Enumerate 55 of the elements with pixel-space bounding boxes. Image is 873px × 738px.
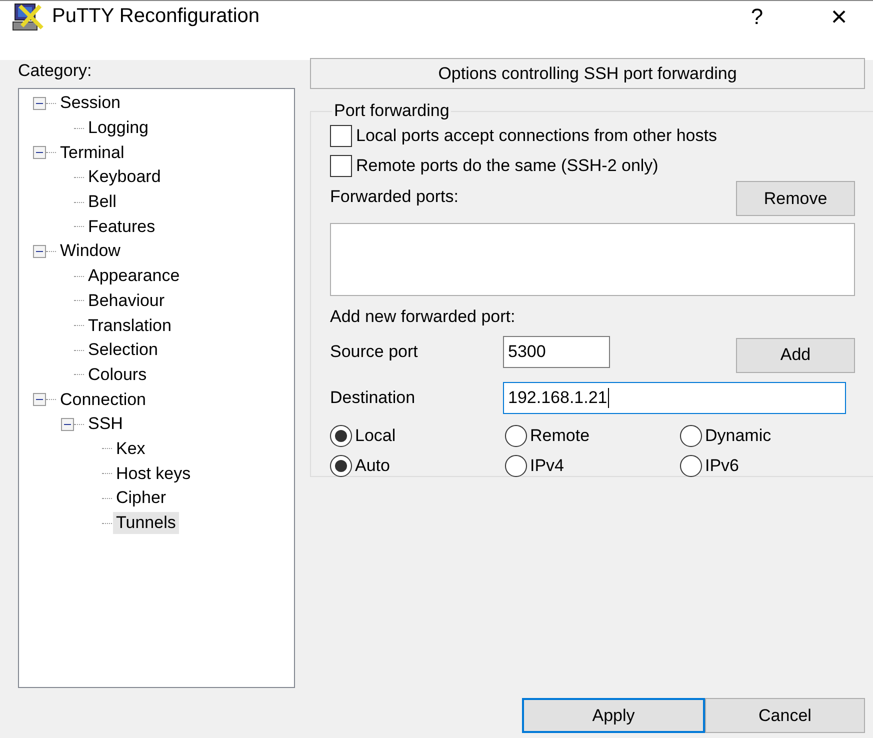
collapse-icon[interactable] bbox=[33, 393, 46, 406]
radio-button[interactable] bbox=[505, 455, 527, 477]
close-button[interactable]: × bbox=[809, 0, 869, 32]
tree-item[interactable]: SSH bbox=[85, 413, 126, 436]
tree-item[interactable]: Appearance bbox=[85, 265, 183, 288]
radio-button[interactable] bbox=[680, 455, 702, 477]
tree-item[interactable]: Colours bbox=[85, 364, 150, 386]
checkbox-label: Local ports accept connections from other hosts bbox=[356, 126, 717, 146]
remove-button[interactable]: Remove bbox=[736, 181, 855, 216]
category-label: Category: bbox=[18, 60, 93, 82]
tree-item[interactable]: Session bbox=[57, 92, 124, 114]
help-button[interactable]: ? bbox=[727, 4, 787, 30]
group-title: Port forwarding bbox=[333, 101, 450, 121]
collapse-icon[interactable] bbox=[33, 96, 46, 110]
tree-item[interactable]: Host keys bbox=[113, 462, 194, 485]
tree-item[interactable]: Terminal bbox=[57, 142, 128, 164]
window-title: PuTTY Reconfiguration bbox=[52, 5, 261, 28]
panel-header: Options controlling SSH port forwarding bbox=[310, 58, 865, 89]
collapse-icon[interactable] bbox=[61, 418, 74, 431]
add-button[interactable]: Add bbox=[736, 338, 855, 372]
tree-item[interactable]: Cipher bbox=[113, 487, 170, 510]
radio-button[interactable] bbox=[330, 455, 352, 477]
apply-button[interactable]: Apply bbox=[522, 698, 705, 733]
forwarded-ports-label: Forwarded ports: bbox=[330, 187, 458, 207]
tree-item[interactable]: Logging bbox=[85, 117, 152, 140]
radio-label: IPv4 bbox=[530, 456, 564, 476]
tree-item[interactable]: Kex bbox=[113, 438, 148, 460]
destination-field[interactable]: 192.168.1.21 bbox=[503, 382, 846, 414]
tree-item[interactable]: Translation bbox=[85, 314, 174, 337]
radio-label: Local bbox=[355, 426, 396, 446]
tree-item[interactable]: Connection bbox=[57, 388, 150, 411]
destination-label: Destination bbox=[330, 388, 416, 408]
cancel-button[interactable]: Cancel bbox=[705, 698, 865, 733]
tree-item[interactable]: Selection bbox=[85, 339, 161, 362]
collapse-icon[interactable] bbox=[33, 146, 46, 160]
radio-label: Remote bbox=[530, 426, 590, 446]
checkbox-label: Remote ports do the same (SSH-2 only) bbox=[356, 156, 658, 176]
radio-label: IPv6 bbox=[705, 456, 740, 476]
checkbox[interactable] bbox=[330, 125, 352, 147]
tree-item[interactable]: Keyboard bbox=[85, 166, 164, 188]
radio-button[interactable] bbox=[505, 425, 527, 447]
radio-label: Dynamic bbox=[705, 426, 772, 446]
tree-item[interactable]: Tunnels bbox=[113, 512, 179, 534]
radio-label: Auto bbox=[355, 456, 390, 476]
checkbox[interactable] bbox=[330, 155, 352, 177]
radio-button[interactable] bbox=[330, 425, 352, 447]
radio-button[interactable] bbox=[680, 425, 702, 447]
source-port-field[interactable]: 5300 bbox=[503, 336, 610, 368]
tree-item[interactable]: Features bbox=[85, 216, 158, 238]
add-port-label: Add new forwarded port: bbox=[330, 307, 516, 328]
tree-item[interactable]: Behaviour bbox=[85, 290, 168, 312]
tree-item[interactable]: Bell bbox=[85, 191, 120, 214]
source-port-label: Source port bbox=[330, 342, 419, 362]
collapse-icon[interactable] bbox=[33, 244, 46, 258]
tree-item[interactable]: Window bbox=[57, 240, 124, 262]
